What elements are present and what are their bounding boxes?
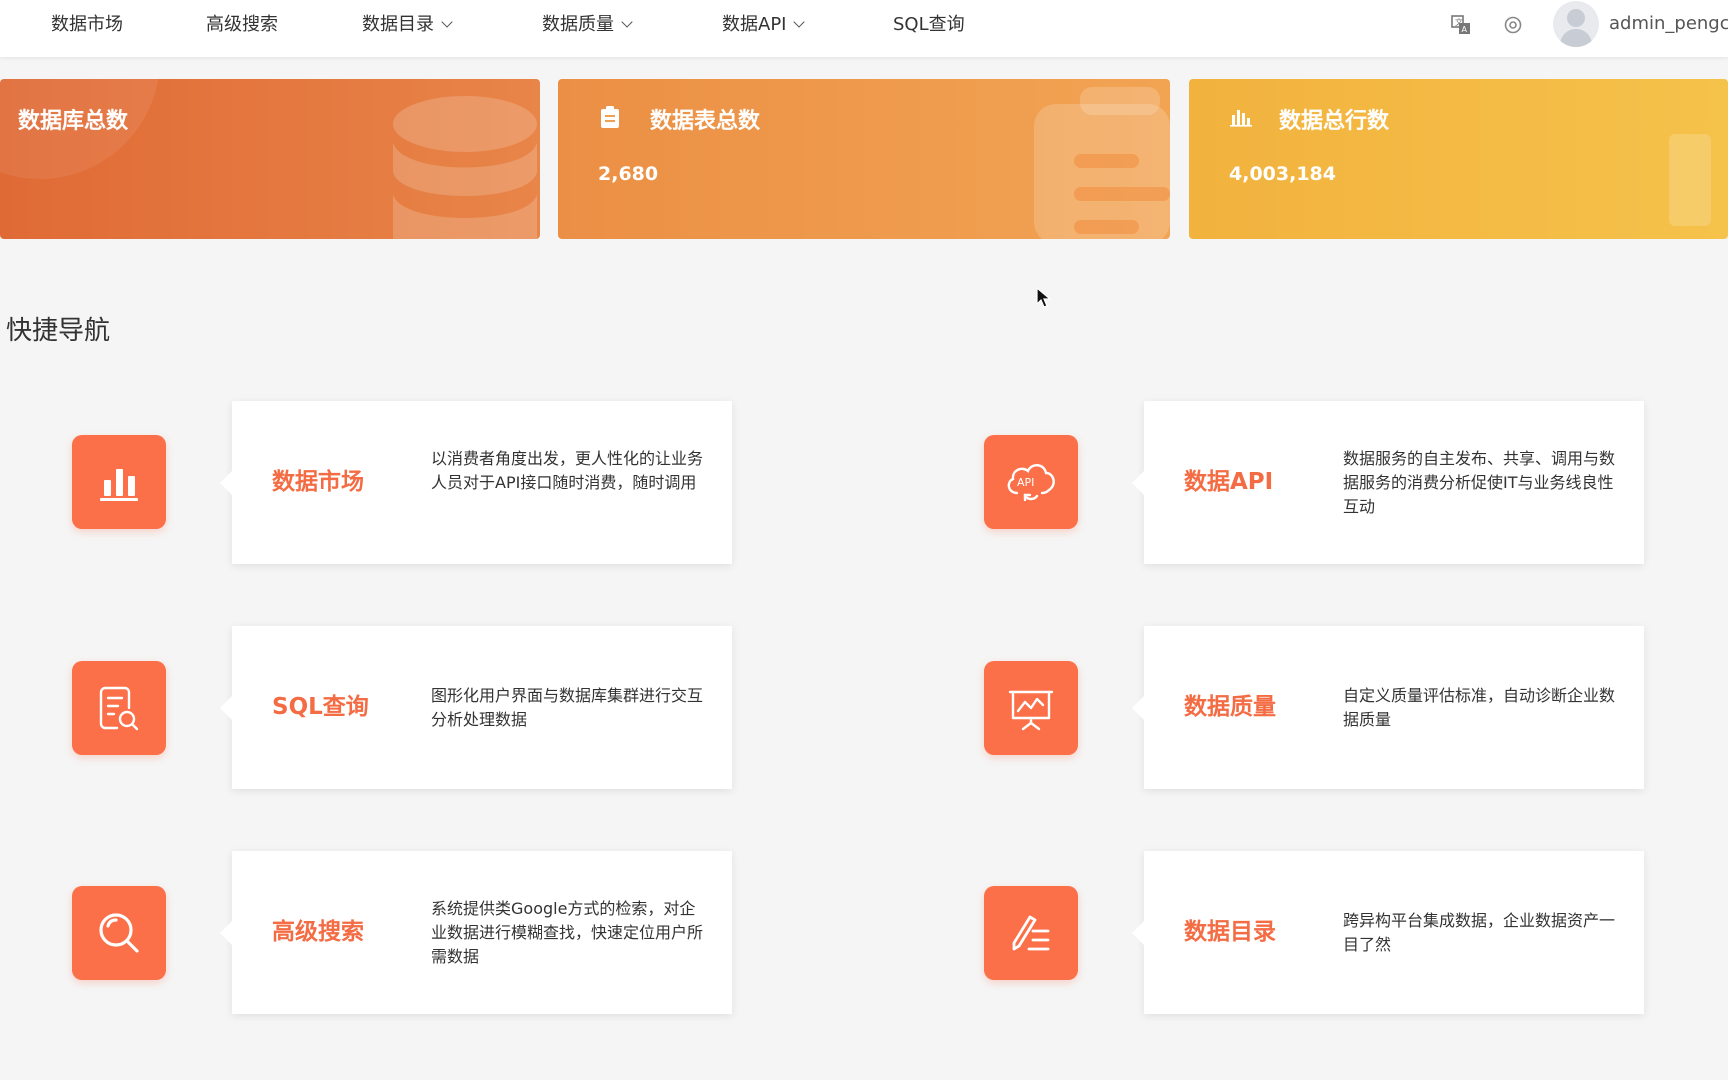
stat-card-databases: 数据库总数 [0, 79, 540, 239]
bar-chart-icon[interactable] [72, 435, 166, 529]
clipboard-icon [601, 106, 619, 128]
nav-item-data-quality[interactable]: 数据质量 [542, 0, 633, 50]
user-avatar-icon [1559, 9, 1593, 47]
chevron-down-icon [793, 16, 806, 28]
database-icon [393, 96, 537, 239]
quick-nav-card-advanced-search[interactable]: 高级搜索 系统提供类Google方式的检索，对企业数据进行模糊查找，快速定位用户… [220, 851, 732, 1014]
card-title: 数据目录 [1184, 919, 1276, 945]
stat-card-rows: 数据总行数 4,003,184 [1189, 79, 1728, 239]
stat-card-tables: 数据表总数 2,680 [558, 79, 1170, 239]
nav-item-data-market[interactable]: 数据市场 [51, 0, 123, 50]
chevron-down-icon [621, 16, 633, 28]
section-title: 快捷导航 [6, 316, 111, 346]
clipboard-decoration [1034, 87, 1170, 239]
settings-icon[interactable] [1502, 14, 1524, 36]
stat-value: 4,003,184 [1229, 163, 1336, 185]
edit-list-icon[interactable] [984, 886, 1078, 980]
presentation-chart-icon[interactable] [984, 661, 1078, 755]
nav-item-advanced-search[interactable]: 高级搜索 [206, 0, 278, 50]
stat-value: 2,680 [598, 163, 659, 185]
card-description: 跨异构平台集成数据，企业数据资产一目了然 [1343, 911, 1616, 954]
username[interactable]: admin_pengcv [1609, 0, 1728, 48]
quick-nav-card-sql-query[interactable]: SQL查询 图形化用户界面与数据库集群进行交互分析处理数据 [220, 626, 732, 789]
card-description: 以消费者角度出发，更人性化的让业务人员对于API接口随时消费，随时调用 [431, 449, 704, 492]
cloud-api-icon[interactable]: API [984, 435, 1078, 529]
svg-text:A: A [1462, 25, 1468, 34]
card-title: SQL查询 [272, 694, 369, 720]
svg-text:API: API [1017, 476, 1034, 489]
card-description: 图形化用户界面与数据库集群进行交互分析处理数据 [431, 686, 704, 729]
nav-item-sql-query[interactable]: SQL查询 [893, 0, 965, 50]
avatar[interactable] [1553, 1, 1599, 47]
quick-nav-card-data-api[interactable]: 数据API 数据服务的自主发布、共享、调用与数据服务的消费分析促使IT与业务线良… [1132, 401, 1644, 564]
stat-title: 数据表总数 [650, 109, 761, 134]
quick-nav-card-data-quality[interactable]: 数据质量 自定义质量评估标准，自动诊断企业数据质量 [1132, 626, 1644, 789]
search-icon[interactable] [72, 886, 166, 980]
quick-nav-card-data-catalog[interactable]: 数据目录 跨异构平台集成数据，企业数据资产一目了然 [1132, 851, 1644, 1014]
quick-nav-card-data-market[interactable]: 数据市场 以消费者角度出发，更人性化的让业务人员对于API接口随时消费，随时调用 [220, 401, 732, 564]
card-description: 系统提供类Google方式的检索，对企业数据进行模糊查找，快速定位用户所需数据 [431, 899, 704, 966]
document-search-icon[interactable] [72, 661, 166, 755]
card-title: 数据API [1184, 469, 1274, 495]
card-title: 数据市场 [272, 469, 364, 495]
nav-item-data-api[interactable]: 数据API [722, 0, 806, 50]
card-description: 数据服务的自主发布、共享、调用与数据服务的消费分析促使IT与业务线良性互动 [1343, 449, 1616, 516]
bar-chart-icon [1230, 110, 1252, 127]
card-title: 高级搜索 [272, 919, 364, 945]
top-nav-bar: 数据市场 高级搜索 数据目录 数据质量 数据API SQL查询 文 A admi… [0, 0, 1728, 57]
card-title: 数据质量 [1184, 694, 1276, 720]
bar-decoration [1669, 134, 1711, 226]
nav-item-data-catalog[interactable]: 数据目录 [362, 0, 453, 50]
card-description: 自定义质量评估标准，自动诊断企业数据质量 [1343, 686, 1616, 729]
mouse-cursor-icon [1036, 287, 1052, 308]
stat-title: 数据库总数 [18, 109, 129, 134]
translate-icon[interactable]: 文 A [1450, 14, 1472, 36]
chevron-down-icon [441, 16, 453, 28]
stat-title: 数据总行数 [1279, 109, 1390, 134]
